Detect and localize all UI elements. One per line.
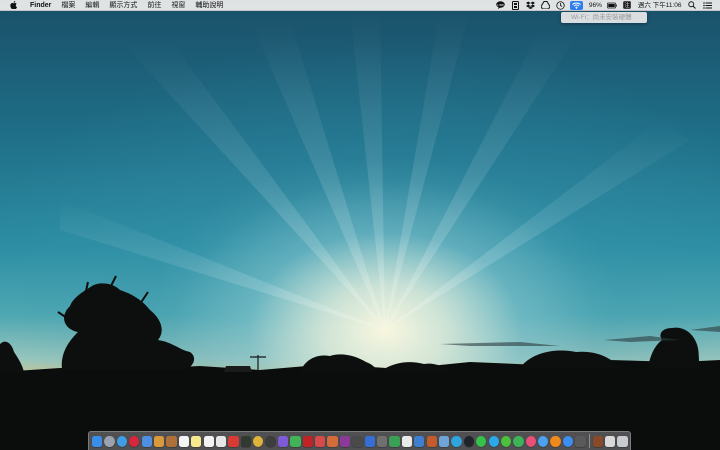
audio-icon[interactable] <box>352 435 363 447</box>
trash-icon[interactable] <box>617 435 628 447</box>
utility-icon[interactable] <box>376 435 388 447</box>
line-icon[interactable]: LINE <box>495 1 505 10</box>
menu-file[interactable]: 檔案 <box>56 0 80 11</box>
safari-icon[interactable] <box>116 435 128 447</box>
font-book-icon[interactable] <box>401 435 413 447</box>
downloads-icon[interactable] <box>604 435 616 447</box>
dropbox-icon[interactable] <box>525 1 535 10</box>
opera-icon[interactable] <box>129 435 140 447</box>
spotlight-icon[interactable] <box>687 1 697 10</box>
menu-help[interactable]: 輔助說明 <box>190 0 228 11</box>
landscape-silhouette <box>0 275 720 450</box>
map-icon[interactable] <box>438 435 450 447</box>
time-machine-icon[interactable] <box>555 0 565 10</box>
itunes-icon[interactable] <box>525 435 536 447</box>
battery-icon[interactable] <box>607 1 618 10</box>
memory-icon[interactable] <box>510 0 520 10</box>
file-icon[interactable] <box>414 435 425 447</box>
messages-icon[interactable] <box>538 435 549 447</box>
photos-viewer-icon[interactable] <box>215 435 227 447</box>
books-icon[interactable] <box>592 435 603 447</box>
notes-icon[interactable] <box>191 435 202 447</box>
facetime-icon[interactable] <box>513 435 524 447</box>
app-red-icon[interactable] <box>315 435 326 447</box>
camera-icon[interactable] <box>265 435 276 447</box>
menu-bar: Finder 檔案 編輯 顯示方式 前往 視窗 輔助說明 LINE 96% 注 … <box>0 0 720 11</box>
wifi-icon[interactable] <box>570 0 584 10</box>
input-source-icon[interactable]: 注 <box>622 1 632 10</box>
chrome-icon[interactable] <box>253 435 264 447</box>
wechat-icon[interactable] <box>500 435 512 447</box>
menu-window[interactable]: 視窗 <box>166 0 190 11</box>
dark-app-icon[interactable] <box>463 435 475 447</box>
stocks-icon[interactable] <box>339 435 351 447</box>
screenshot-icon[interactable] <box>575 435 586 447</box>
evernote-icon[interactable] <box>290 435 301 447</box>
activity-monitor-icon[interactable] <box>389 435 400 447</box>
dock-separator <box>588 434 590 448</box>
vlc-icon[interactable] <box>550 435 561 447</box>
wifi-status-menu: Wi-Fi：尚未安裝硬體 <box>561 12 647 23</box>
skype-icon[interactable] <box>488 435 499 447</box>
wifi-status-text: Wi-Fi：尚未安裝硬體 <box>571 14 632 21</box>
photo-booth-icon[interactable] <box>426 435 437 447</box>
skype-cloud-icon[interactable] <box>451 435 462 447</box>
menu-go[interactable]: 前往 <box>142 0 166 11</box>
app-store-icon[interactable] <box>562 435 574 447</box>
terminal-icon[interactable] <box>240 435 251 447</box>
archive-icon[interactable] <box>153 435 165 447</box>
dock <box>88 431 631 450</box>
system-tool-icon[interactable] <box>364 435 375 447</box>
menu-view[interactable]: 顯示方式 <box>104 0 142 11</box>
launchpad-icon[interactable] <box>104 435 115 447</box>
apple-menu-icon[interactable] <box>8 1 19 9</box>
flash-icon[interactable] <box>302 435 313 447</box>
reminders-icon[interactable] <box>203 435 214 447</box>
imovie-icon[interactable] <box>277 435 289 447</box>
airmail-icon[interactable] <box>327 435 338 447</box>
pdf-icon[interactable] <box>228 435 239 447</box>
google-drive-icon[interactable] <box>540 1 550 10</box>
calendar-icon[interactable] <box>178 435 190 447</box>
menubar-clock[interactable]: 週六 下午11:06 <box>635 0 685 11</box>
app-menu-finder[interactable]: Finder <box>25 0 56 11</box>
finder-icon[interactable] <box>92 435 103 447</box>
battery-percent[interactable]: 96% <box>586 0 605 11</box>
notebook-icon[interactable] <box>166 435 177 447</box>
preview-icon[interactable] <box>141 435 152 447</box>
svg-text:LINE: LINE <box>497 3 504 7</box>
notification-center-icon[interactable] <box>702 1 712 10</box>
line-app-icon[interactable] <box>476 435 487 447</box>
menu-edit[interactable]: 編輯 <box>80 0 104 11</box>
